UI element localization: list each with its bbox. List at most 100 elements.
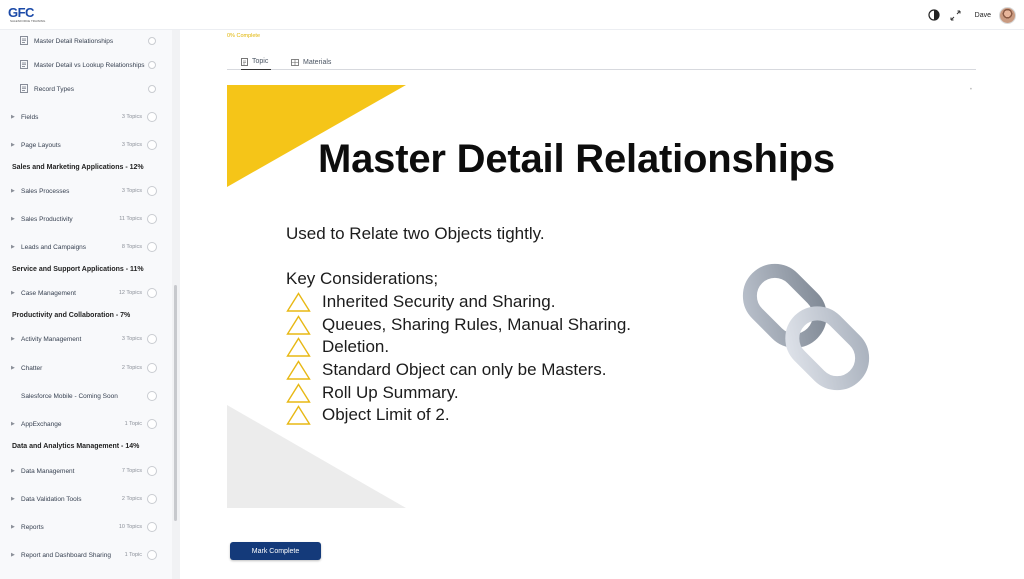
topic-count: 2 Topics (121, 496, 142, 502)
chevron-right-icon[interactable]: ▶ (11, 365, 15, 371)
user-name[interactable]: Dave (975, 12, 991, 19)
sidebar-scrollbar[interactable] (174, 285, 177, 521)
section-heading: Sales and Marketing Applications - 12% (12, 164, 144, 171)
sidebar-module-item[interactable]: ▶ Page Layouts 3 Topics (0, 138, 172, 152)
sidebar-module-item[interactable]: ▶ Chatter 2 Topics (0, 361, 172, 375)
sidebar-item-label: Report and Dashboard Sharing (21, 551, 111, 559)
slide-title: Master Detail Relationships (318, 137, 835, 181)
completion-circle-icon (147, 550, 157, 560)
chevron-right-icon[interactable]: ▶ (11, 524, 15, 530)
sidebar-item-label: Master Detail Relationships (34, 37, 114, 45)
completion-circle-icon (147, 288, 157, 298)
app-logo[interactable]: GFC SALESFORCE TRAINING (8, 4, 46, 26)
warning-triangle-icon (286, 292, 311, 312)
logo-subtitle: SALESFORCE TRAINING (10, 19, 46, 23)
slide-bullet: Inherited Security and Sharing. (286, 291, 631, 314)
sidebar-module-item[interactable]: ▶ Leads and Campaigns 8 Topics (0, 240, 172, 254)
slide-bullet: Roll Up Summary. (286, 381, 631, 404)
completion-circle-icon (147, 419, 157, 429)
slide-key-heading: Key Considerations; (286, 269, 439, 288)
chevron-right-icon[interactable]: ▶ (11, 496, 15, 502)
chevron-right-icon[interactable]: ▶ (11, 468, 15, 474)
chevron-right-icon[interactable]: ▶ (11, 188, 15, 194)
sidebar-item-label: Data Validation Tools (21, 495, 82, 503)
sidebar-lesson-item[interactable]: Master Detail vs Lookup Relationships (0, 58, 172, 72)
section-heading: Service and Support Applications - 11% (12, 266, 144, 273)
sidebar-item-label: Record Types (34, 85, 74, 93)
slide-bullet-text: Standard Object can only be Masters. (322, 360, 607, 380)
slide-bullet-text: Queues, Sharing Rules, Manual Sharing. (322, 314, 632, 334)
completion-circle-icon (147, 466, 157, 476)
sidebar-module-item[interactable]: Salesforce Mobile - Coming Soon (0, 389, 172, 403)
sidebar-item-label: Data Management (21, 467, 75, 475)
sidebar-module-item[interactable]: ▶ Sales Productivity 11 Topics (0, 212, 172, 226)
chevron-right-icon[interactable]: ▶ (11, 421, 15, 427)
header-actions: Dave (927, 5, 1016, 25)
slide-marker: • (969, 87, 972, 93)
slide-bullet-text: Inherited Security and Sharing. (322, 292, 556, 312)
topic-count: 3 Topics (121, 336, 142, 342)
theme-toggle-icon[interactable] (927, 8, 941, 22)
topic-count: 3 Topics (121, 114, 142, 120)
sidebar-module-item[interactable]: ▶ AppExchange 1 Topic (0, 417, 172, 431)
topic-count: 3 Topics (121, 188, 142, 194)
sidebar-item-label: Sales Productivity (21, 215, 73, 223)
chevron-right-icon[interactable]: ▶ (11, 114, 15, 120)
completion-circle-icon (147, 140, 157, 150)
sidebar-item-label: Case Management (21, 289, 76, 297)
sidebar-item-label: Page Layouts (21, 141, 61, 149)
warning-triangle-icon (286, 405, 311, 425)
sidebar-module-item[interactable]: ▶ Activity Management 3 Topics (0, 332, 172, 346)
user-avatar[interactable] (999, 6, 1016, 24)
completion-circle-icon (147, 242, 157, 252)
fullscreen-icon[interactable] (949, 8, 963, 22)
lesson-slide: • Master Detail Relationships Used to Re… (227, 85, 976, 508)
sidebar-module-item[interactable]: ▶ Data Management 7 Topics (0, 464, 172, 478)
lesson-document-icon (20, 84, 28, 93)
logo-text: GFC (8, 5, 34, 20)
completion-circle-icon (148, 61, 156, 69)
sidebar-lesson-item[interactable]: Master Detail Relationships (0, 34, 172, 48)
chevron-right-icon[interactable]: ▶ (11, 336, 15, 342)
chain-link-icon (742, 263, 870, 391)
completion-circle-icon (148, 85, 156, 93)
sidebar-lesson-item[interactable]: Record Types (0, 82, 172, 96)
tab-materials-label: Materials (303, 58, 332, 66)
slide-bullets: Inherited Security and Sharing. Queues, S… (286, 291, 631, 427)
completion-circle-icon (147, 522, 157, 532)
course-outline-sidebar: Master Detail Relationships Master Detail… (0, 30, 172, 579)
chevron-right-icon[interactable]: ▶ (11, 142, 15, 148)
chevron-right-icon[interactable]: ▶ (11, 290, 15, 296)
sidebar-module-item[interactable]: ▶ Data Validation Tools 2 Topics (0, 492, 172, 506)
completion-circle-icon (147, 391, 157, 401)
top-bar: GFC SALESFORCE TRAINING Dave (0, 0, 1024, 30)
slide-bullet-text: Roll Up Summary. (322, 382, 459, 402)
sidebar-item-label: Chatter (21, 364, 43, 372)
sidebar-module-item[interactable]: ▶ Reports 10 Topics (0, 520, 172, 534)
lesson-content: 0% Complete Topic Materials • Master Det… (180, 30, 1024, 579)
sidebar-module-item[interactable]: ▶ Fields 3 Topics (0, 110, 172, 124)
topic-count: 2 Topics (121, 365, 142, 371)
sidebar-item-label: Activity Management (21, 335, 82, 343)
sidebar-module-item[interactable]: ▶ Case Management 12 Topics (0, 286, 172, 300)
sidebar-item-label: Leads and Campaigns (21, 243, 87, 251)
tab-topic[interactable]: Topic (241, 54, 271, 70)
sidebar-module-item[interactable]: ▶ Sales Processes 3 Topics (0, 184, 172, 198)
slide-bullet: Object Limit of 2. (286, 404, 631, 427)
chevron-right-icon[interactable]: ▶ (11, 552, 15, 558)
chevron-right-icon[interactable]: ▶ (11, 216, 15, 222)
topic-count: 1 Topic (124, 552, 142, 558)
tab-materials[interactable]: Materials (291, 54, 331, 70)
topic-count: 3 Topics (121, 142, 142, 148)
chevron-right-icon[interactable]: ▶ (11, 244, 15, 250)
topic-count: 10 Topics (118, 524, 142, 530)
slide-bullet: Standard Object can only be Masters. (286, 359, 631, 382)
topic-count: 11 Topics (119, 216, 142, 222)
sidebar-module-item[interactable]: ▶ Report and Dashboard Sharing 1 Topic (0, 548, 172, 562)
warning-triangle-icon (286, 360, 311, 380)
section-heading: Data and Analytics Management - 14% (12, 443, 140, 450)
lesson-document-icon (20, 60, 28, 69)
completion-circle-icon (147, 214, 157, 224)
mark-complete-button[interactable]: Mark Complete (230, 542, 321, 560)
sidebar-item-label: AppExchange (21, 420, 62, 428)
